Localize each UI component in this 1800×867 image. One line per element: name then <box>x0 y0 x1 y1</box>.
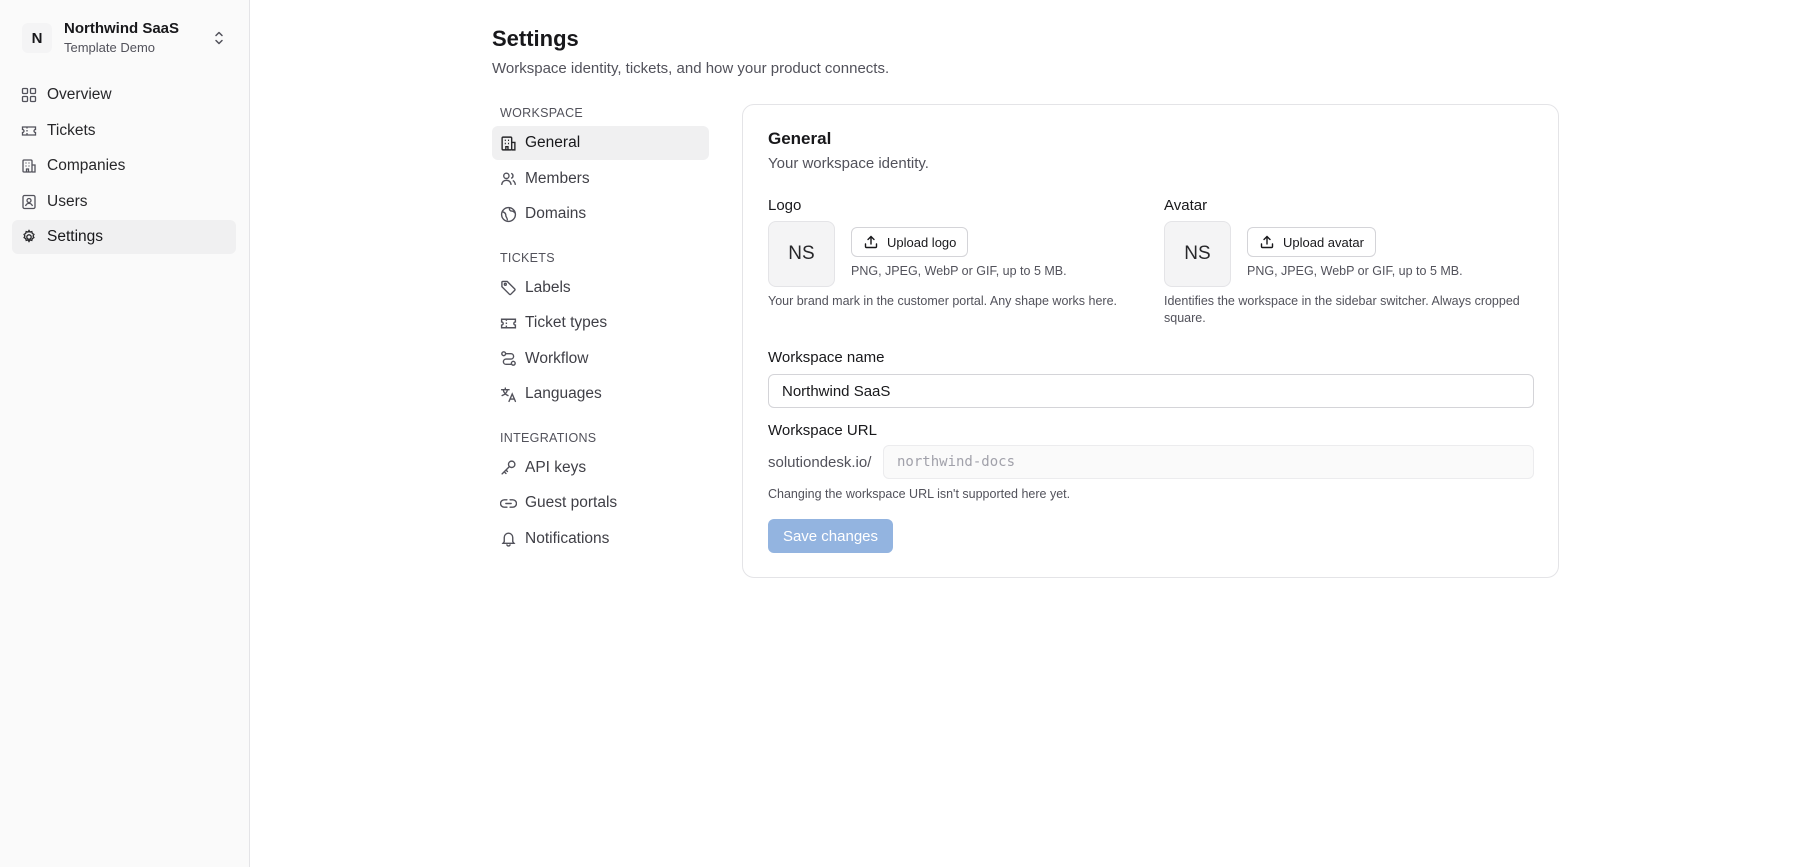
languages-icon <box>500 386 517 402</box>
card-title: General <box>768 129 832 148</box>
logo-formats-hint: PNG, JPEG, WebP or GIF, up to 5 MB. <box>851 264 1067 278</box>
workspace-url-label: Workspace URL <box>768 422 877 439</box>
sidebar-item-settings[interactable]: Settings <box>12 220 236 254</box>
ticket-icon <box>21 125 37 136</box>
upload-icon <box>864 235 878 249</box>
workspace-name-label: Workspace name <box>768 349 885 366</box>
subnav-item-label: Workflow <box>525 349 589 367</box>
ticket-icon <box>500 318 517 328</box>
workspace-url-help: Changing the workspace URL isn't support… <box>768 487 1071 501</box>
avatar-formats-hint: PNG, JPEG, WebP or GIF, up to 5 MB. <box>1247 264 1463 278</box>
subnav-item-label: Ticket types <box>525 314 608 331</box>
subnav-item-members[interactable]: Members <box>492 162 709 196</box>
subnav-item-label: General <box>525 134 581 151</box>
workspace-url-input: northwind-docs <box>883 445 1534 479</box>
sidebar-item-companies[interactable]: Companies <box>12 149 236 183</box>
workspace-avatar: N <box>22 23 52 53</box>
sidebar-item-label: Users <box>47 192 88 210</box>
avatar-preview: NS <box>1164 221 1231 287</box>
grid-icon <box>21 87 37 103</box>
avatar-help-text: Identifies the workspace in the sidebar … <box>1164 294 1520 325</box>
subnav-item-general[interactable]: General <box>492 126 709 160</box>
logo-help-text: Your brand mark in the customer portal. … <box>768 294 1118 308</box>
subnav-item-api-keys[interactable]: API keys <box>492 451 709 485</box>
upload-logo-label: Upload logo <box>887 234 957 250</box>
workspace-name: Northwind SaaS <box>64 20 180 37</box>
save-changes-button[interactable]: Save changes <box>768 519 893 553</box>
globe-icon <box>500 206 517 222</box>
subnav-item-workflow[interactable]: Workflow <box>492 342 709 376</box>
subnav-item-label: Labels <box>525 278 571 296</box>
subnav-item-label: Domains <box>525 205 587 222</box>
subnav-item-languages[interactable]: Languages <box>492 377 709 411</box>
subnav-item-labels[interactable]: Labels <box>492 271 709 305</box>
subnav-item-notifications[interactable]: Notifications <box>492 522 709 556</box>
subnav-item-guest-portals[interactable]: Guest portals <box>492 486 709 520</box>
subnav-item-ticket-types[interactable]: Ticket types <box>492 306 709 340</box>
key-icon <box>501 460 516 475</box>
workspace-url-prefix: solutiondesk.io/ <box>768 454 872 471</box>
chevron-up-down-icon <box>215 31 223 45</box>
link-icon <box>500 498 517 508</box>
subnav-section-title: TICKETS <box>500 250 555 265</box>
upload-icon <box>1260 235 1274 249</box>
subnav-item-label: Languages <box>525 385 602 402</box>
card-subtitle: Your workspace identity. <box>768 155 929 172</box>
users-icon <box>500 172 517 186</box>
tag-icon <box>501 280 516 296</box>
page-subtitle: Workspace identity, tickets, and how you… <box>492 60 890 77</box>
avatar-label: Avatar <box>1164 197 1208 214</box>
building-icon <box>22 159 36 173</box>
upload-avatar-button[interactable]: Upload avatar <box>1247 227 1376 257</box>
sidebar-item-users[interactable]: Users <box>12 185 236 219</box>
sidebar-item-label: Companies <box>47 157 126 174</box>
subnav-item-label: Notifications <box>525 529 610 547</box>
user-square-icon <box>22 194 36 209</box>
subnav-item-label: Members <box>525 169 590 187</box>
sidebar-item-tickets[interactable]: Tickets <box>12 114 236 148</box>
bell-icon <box>501 532 516 547</box>
workspace-switcher[interactable]: N Northwind SaaS Template Demo <box>12 14 236 62</box>
building-icon <box>501 135 516 151</box>
page-title: Settings <box>492 26 579 51</box>
sidebar-item-label: Tickets <box>47 121 96 139</box>
upload-logo-button[interactable]: Upload logo <box>851 227 969 257</box>
sidebar: N Northwind SaaS Template Demo Overview … <box>0 0 250 867</box>
logo-label: Logo <box>768 197 802 214</box>
subnav-item-label: API keys <box>525 458 587 476</box>
workspace-name-input[interactable]: Northwind SaaS <box>768 374 1534 408</box>
upload-avatar-label: Upload avatar <box>1283 234 1364 250</box>
workspace-subtitle: Template Demo <box>64 40 156 55</box>
route-icon <box>501 351 516 366</box>
sidebar-item-label: Settings <box>47 228 104 245</box>
subnav-section-title: WORKSPACE <box>500 106 584 120</box>
sidebar-item-overview[interactable]: Overview <box>12 78 236 112</box>
subnav-item-label: Guest portals <box>525 494 618 511</box>
subnav-section-title: INTEGRATIONS <box>500 430 597 445</box>
sidebar-item-label: Overview <box>47 86 112 103</box>
logo-preview: NS <box>768 221 835 287</box>
general-settings-card: General Your workspace identity. Logo NS… <box>742 104 1559 578</box>
gear-icon <box>23 229 35 243</box>
subnav-item-domains[interactable]: Domains <box>492 197 709 231</box>
sidebar-nav: Overview Tickets Companies Users Setting… <box>12 78 236 256</box>
settings-subnav: WORKSPACE General Members Domains TICKET… <box>492 100 709 557</box>
